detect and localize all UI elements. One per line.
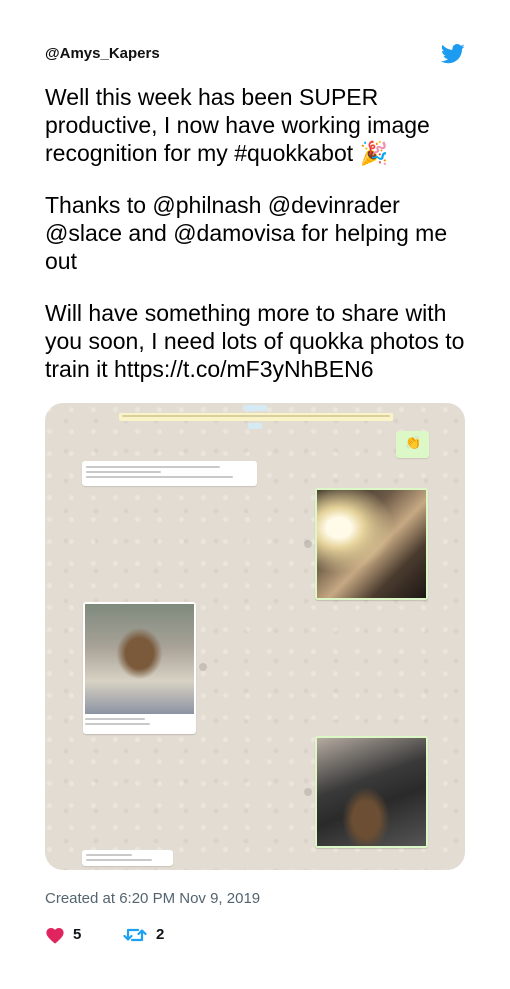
chat-today-pill bbox=[248, 423, 262, 429]
heart-icon[interactable] bbox=[45, 926, 65, 944]
incoming-welcome-bubble bbox=[82, 461, 257, 486]
like-count: 5 bbox=[73, 926, 82, 943]
retweet-icon[interactable] bbox=[123, 925, 147, 945]
tweet-paragraph: Thanks to @philnash @devinrader @slace a… bbox=[45, 192, 448, 274]
tweet-media-screenshot[interactable]: 👏 bbox=[45, 403, 465, 870]
retweet-count: 2 bbox=[156, 926, 165, 943]
chat-encryption-notice bbox=[119, 413, 393, 421]
twitter-bird-icon[interactable] bbox=[441, 44, 465, 64]
author-handle[interactable]: @Amys_Kapers bbox=[45, 45, 160, 62]
incoming-photo-bubble[interactable] bbox=[83, 602, 196, 734]
photo-image bbox=[317, 490, 426, 598]
tweet-paragraph: Will have something more to share with y… bbox=[45, 300, 465, 382]
tweet-stats: 5 2 bbox=[45, 924, 345, 946]
tweet-timestamp: Created at 6:20 PM Nov 9, 2019 bbox=[45, 890, 261, 907]
tweet-paragraph: Well this week has been SUPER productive… bbox=[45, 84, 430, 166]
tweet-text: Well this week has been SUPER productive… bbox=[45, 83, 470, 407]
incoming-result-bubble bbox=[82, 850, 173, 866]
outgoing-photo-bubble[interactable] bbox=[315, 488, 428, 600]
quokka-photo-image bbox=[85, 604, 194, 714]
outgoing-photo-bubble[interactable] bbox=[315, 736, 428, 848]
forward-icon[interactable] bbox=[199, 663, 207, 671]
outgoing-emoji-bubble: 👏 bbox=[396, 431, 429, 458]
tweet-header: @Amys_Kapers bbox=[45, 44, 465, 68]
chat-date-pill bbox=[243, 405, 267, 411]
quokka-photo-image bbox=[317, 738, 426, 846]
forward-icon[interactable] bbox=[304, 788, 312, 796]
clap-emoji: 👏 bbox=[405, 435, 422, 450]
forward-icon[interactable] bbox=[304, 540, 312, 548]
